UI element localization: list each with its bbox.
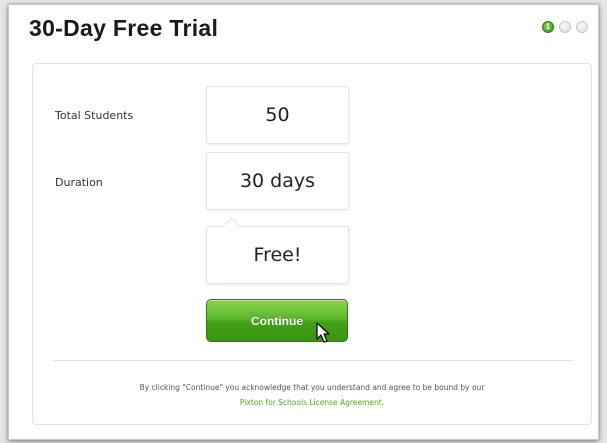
agreement-period: . — [381, 398, 385, 407]
step-1-indicator: 1 — [542, 21, 554, 33]
step-1-number: 1 — [545, 22, 551, 31]
duration-field[interactable]: 30 days — [206, 152, 349, 210]
agreement-text: By clicking "Continue" you acknowledge t… — [139, 383, 485, 392]
step-indicator: 1 — [542, 21, 588, 33]
license-agreement-link[interactable]: Pixton for Schools License Agreement — [240, 398, 382, 407]
agreement-link-line: Pixton for Schools License Agreement. — [33, 395, 591, 410]
trial-form-panel: Total Students 50 Duration 30 days Free!… — [32, 63, 592, 425]
total-students-label: Total Students — [55, 109, 134, 122]
trial-dialog: 30-Day Free Trial 1 Total Students 50 Du… — [8, 4, 599, 440]
price-display: Free! — [206, 226, 349, 284]
footer-divider — [53, 360, 573, 361]
dialog-title: 30-Day Free Trial — [29, 15, 219, 41]
agreement-footer: By clicking "Continue" you acknowledge t… — [33, 380, 591, 410]
total-students-field[interactable]: 50 — [206, 86, 349, 144]
step-2-indicator — [559, 21, 571, 33]
mouse-pointer-icon — [316, 322, 330, 343]
duration-label: Duration — [55, 176, 103, 189]
step-3-indicator — [576, 21, 588, 33]
